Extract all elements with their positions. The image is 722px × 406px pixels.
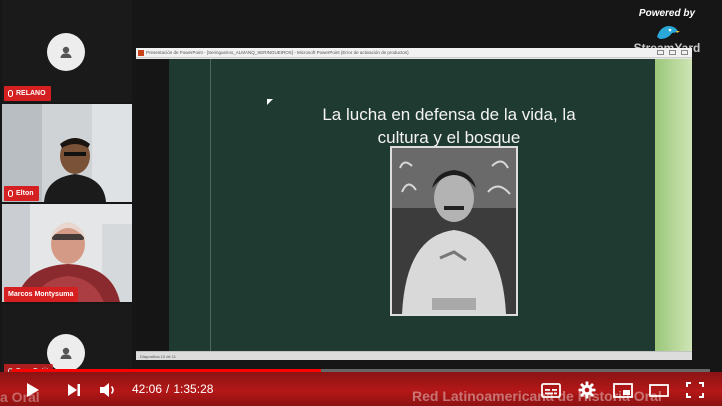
fullscreen-icon bbox=[686, 382, 704, 398]
mouse-cursor-icon bbox=[267, 99, 273, 105]
settings-button[interactable] bbox=[576, 379, 598, 401]
minimize-icon bbox=[657, 50, 664, 55]
participant-tile-marcos: Marcos Montysuma bbox=[2, 204, 132, 302]
participant-name-tag: Marcos Montysuma bbox=[4, 287, 79, 302]
miniplayer-icon bbox=[613, 382, 633, 398]
avatar bbox=[47, 33, 85, 71]
duration: 1:35:28 bbox=[173, 382, 214, 396]
window-title-bar: Presentación de PowerPoint - [Seringueir… bbox=[136, 48, 692, 58]
current-time: 42:06 bbox=[132, 382, 163, 396]
powerpoint-icon bbox=[138, 50, 144, 56]
participant-tile-relano: RELANO bbox=[2, 0, 132, 102]
time-display: 42:06/1:35:28 bbox=[132, 382, 213, 396]
miniplayer-button[interactable] bbox=[612, 379, 634, 401]
powered-by-text: Powered by bbox=[638, 8, 696, 19]
subtitles-button[interactable] bbox=[540, 379, 562, 401]
slide-photo bbox=[390, 146, 518, 316]
user-icon bbox=[60, 46, 72, 58]
play-icon bbox=[27, 383, 39, 397]
participant-name-tag: Elton bbox=[4, 186, 39, 201]
slide-title: La lucha en defensa de la vida, la cultu… bbox=[322, 105, 576, 147]
participant-name: RELANO bbox=[16, 90, 46, 97]
streamyard-bird-logo-icon bbox=[657, 26, 680, 39]
participant-name: Marcos Montysuma bbox=[8, 291, 74, 298]
window-left-margin bbox=[136, 59, 169, 351]
portrait-photo-icon bbox=[392, 148, 516, 314]
microphone-icon bbox=[8, 190, 13, 197]
next-icon bbox=[68, 384, 80, 396]
window-right-panel bbox=[655, 59, 692, 351]
fullscreen-button[interactable] bbox=[684, 379, 706, 401]
next-button[interactable] bbox=[64, 379, 84, 401]
status-bar: Diapositiva 10 de 11 bbox=[136, 351, 692, 360]
mute-button[interactable] bbox=[97, 379, 119, 401]
slide-divider-line bbox=[210, 59, 211, 351]
time-separator: / bbox=[166, 382, 170, 396]
maximize-icon bbox=[669, 50, 676, 55]
subtitles-icon bbox=[541, 382, 561, 398]
participant-name-tag: RELANO bbox=[4, 86, 51, 101]
microphone-icon bbox=[8, 90, 13, 97]
participant-name: Elton bbox=[16, 190, 34, 197]
theater-mode-button[interactable] bbox=[648, 379, 670, 401]
slide: La lucha en defensa de la vida, la cultu… bbox=[169, 59, 655, 351]
play-button[interactable] bbox=[22, 379, 44, 401]
window-title: Presentación de PowerPoint - [Seringueir… bbox=[146, 50, 409, 55]
window-controls bbox=[657, 50, 688, 55]
video-player[interactable]: RELANO Elton Marcos Montysuma Powered by… bbox=[0, 0, 722, 406]
progress-bar[interactable] bbox=[12, 369, 710, 372]
shared-screen-powerpoint: Presentación de PowerPoint - [Seringueir… bbox=[136, 48, 692, 360]
progress-bar-fill bbox=[12, 369, 322, 372]
theater-mode-icon bbox=[649, 383, 669, 397]
close-icon bbox=[681, 50, 688, 55]
volume-icon bbox=[100, 383, 114, 397]
participant-tile-elton: Elton bbox=[2, 104, 132, 202]
user-icon bbox=[60, 347, 72, 359]
gear-icon bbox=[578, 381, 596, 399]
